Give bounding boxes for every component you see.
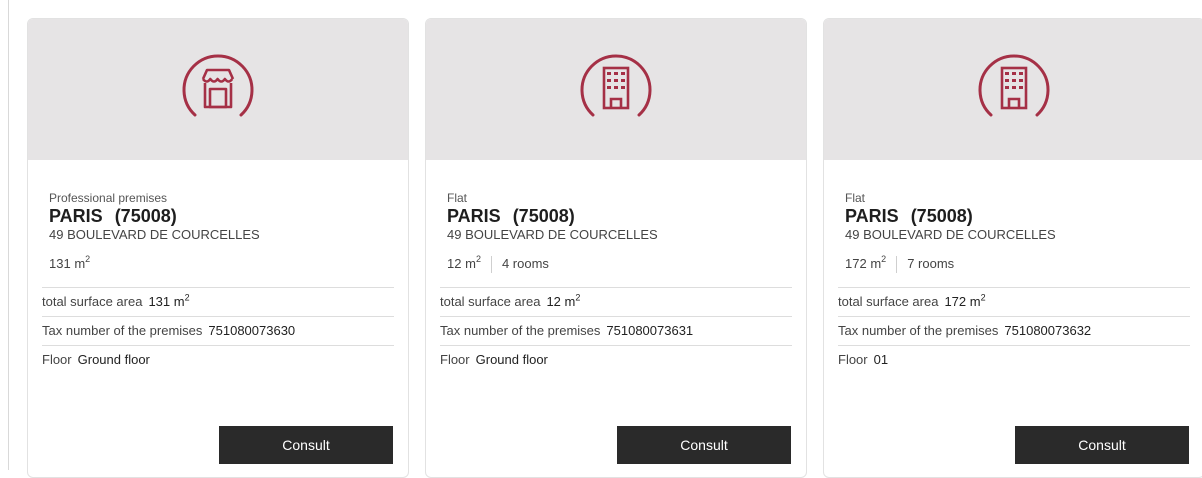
card-header — [28, 19, 408, 160]
left-divider — [8, 0, 9, 470]
city-name: PARIS — [845, 206, 899, 226]
property-summary: 172 m2 7 rooms — [845, 253, 1190, 278]
city-name: PARIS — [447, 206, 501, 226]
postcode: (75008) — [512, 206, 575, 226]
area-value: 12 m2 — [447, 253, 481, 271]
detail-total-surface: total surface area 131 m2 — [42, 287, 394, 316]
detail-floor: Floor Ground floor — [440, 345, 792, 374]
summary-separator — [490, 256, 492, 273]
property-summary: 12 m2 4 rooms — [447, 253, 792, 278]
property-street: 49 BOULEVARD DE COURCELLES — [447, 227, 658, 242]
property-type: Flat — [447, 191, 468, 205]
property-details: total surface area 131 m2 Tax number of t… — [42, 287, 394, 374]
area-value: 172 m2 — [845, 253, 887, 271]
rooms-value: 4 rooms — [501, 256, 549, 271]
property-city: PARIS (75008) — [845, 205, 1190, 227]
building-icon — [973, 49, 1055, 131]
property-type: Flat — [845, 191, 866, 205]
consult-button[interactable]: Consult — [1015, 426, 1189, 464]
card-header — [426, 19, 806, 160]
property-city: PARIS (75008) — [447, 205, 792, 227]
consult-button[interactable]: Consult — [617, 426, 791, 464]
detail-floor: Floor Ground floor — [42, 345, 394, 374]
property-details: total surface area 172 m2 Tax number of t… — [838, 287, 1190, 374]
property-details: total surface area 12 m2 Tax number of th… — [440, 287, 792, 374]
card-body: Flat PARIS (75008) 49 BOULEVARD DE COURCE… — [824, 160, 1202, 374]
postcode: (75008) — [910, 206, 973, 226]
area-value: 131 m2 — [49, 253, 91, 271]
shop-icon — [177, 49, 259, 131]
property-street: 49 BOULEVARD DE COURCELLES — [49, 227, 260, 242]
detail-total-surface: total surface area 12 m2 — [440, 287, 792, 316]
city-name: PARIS — [49, 206, 103, 226]
card-body: Flat PARIS (75008) 49 BOULEVARD DE COURCE… — [426, 160, 806, 374]
property-type: Professional premises — [49, 191, 168, 205]
property-card-list: Professional premises PARIS (75008) 49 BO… — [27, 18, 1202, 478]
property-summary: 131 m2 — [49, 253, 394, 278]
summary-separator — [896, 256, 898, 273]
property-card: Professional premises PARIS (75008) 49 BO… — [27, 18, 409, 478]
building-icon — [575, 49, 657, 131]
property-card: Flat PARIS (75008) 49 BOULEVARD DE COURCE… — [823, 18, 1202, 478]
postcode: (75008) — [114, 206, 177, 226]
card-body: Professional premises PARIS (75008) 49 BO… — [28, 160, 408, 374]
property-card: Flat PARIS (75008) 49 BOULEVARD DE COURCE… — [425, 18, 807, 478]
detail-tax-number: Tax number of the premises 751080073630 — [42, 316, 394, 345]
rooms-value: 7 rooms — [907, 256, 955, 271]
detail-floor: Floor 01 — [838, 345, 1190, 374]
card-header — [824, 19, 1202, 160]
detail-total-surface: total surface area 172 m2 — [838, 287, 1190, 316]
detail-tax-number: Tax number of the premises 751080073631 — [440, 316, 792, 345]
property-city: PARIS (75008) — [49, 205, 394, 227]
consult-button[interactable]: Consult — [219, 426, 393, 464]
property-street: 49 BOULEVARD DE COURCELLES — [845, 227, 1056, 242]
detail-tax-number: Tax number of the premises 751080073632 — [838, 316, 1190, 345]
